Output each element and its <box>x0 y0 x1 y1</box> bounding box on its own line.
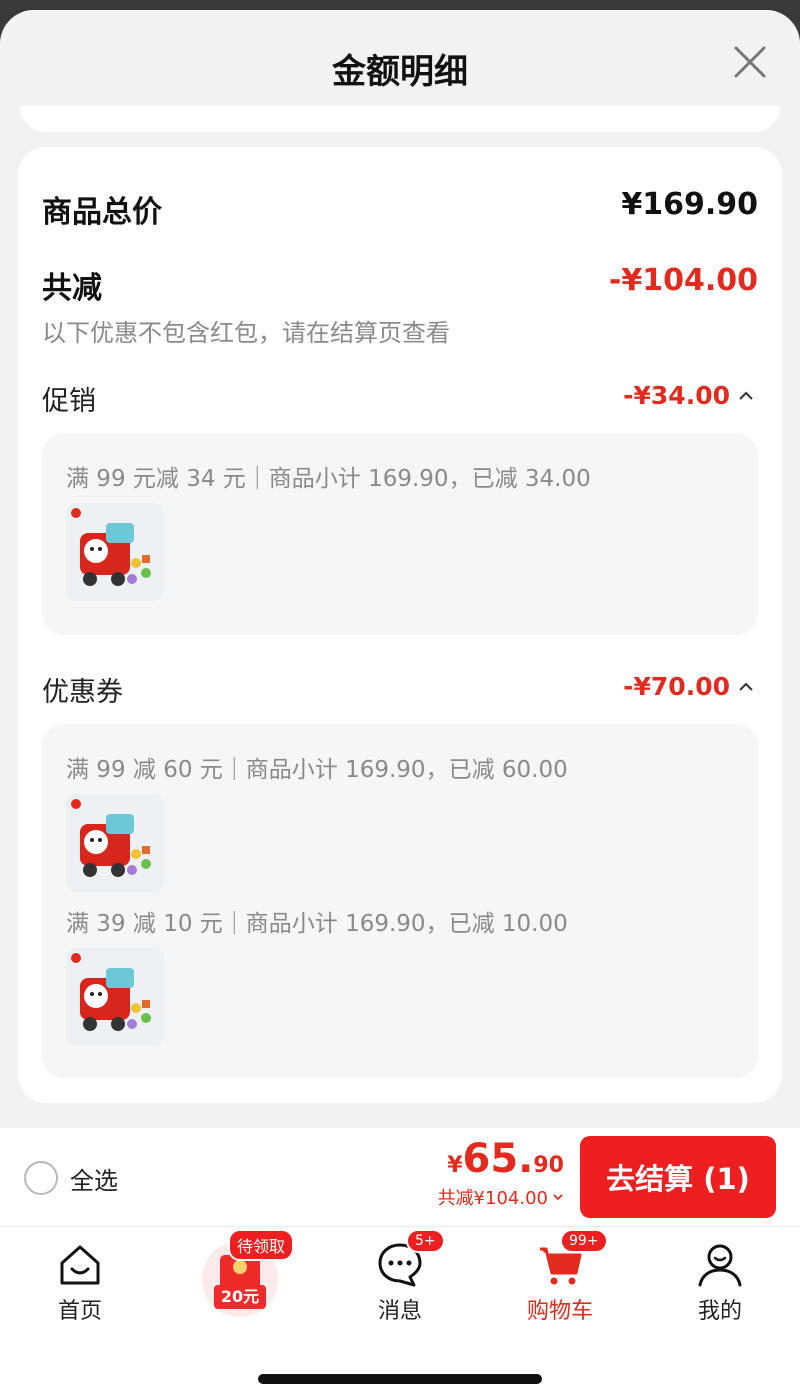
coupon-value: -¥70.00 <box>623 672 730 701</box>
price-detail-card: 商品总价 ¥169.90 共减 -¥104.00 以下优惠不包含红包，请在结算页… <box>18 147 782 1103</box>
toy-train-image <box>66 794 164 892</box>
tab-cart-label: 购物车 <box>526 1299 593 1324</box>
tab-cart[interactable]: 购物车 99+ <box>480 1227 640 1337</box>
discount-note: 以下优惠不包含红包，请在结算页查看 <box>42 319 450 347</box>
cart-badge: 99+ <box>560 1229 608 1253</box>
amount-detail-sheet: 金额明细 商品总价 ¥169.90 共减 -¥104.00 以下优惠不包含红包，… <box>0 10 800 1398</box>
promotion-value: -¥34.00 <box>623 381 730 410</box>
select-all-label[interactable]: 全选 <box>70 1161 118 1196</box>
home-icon <box>60 1245 100 1285</box>
discount-summary: 共减¥104.00 <box>437 1188 548 1209</box>
product-thumbnail[interactable] <box>66 948 164 1046</box>
total-reduce-value: -¥104.00 <box>608 263 758 298</box>
promotion-label: 促销 <box>42 386 96 417</box>
coupon-toggle[interactable]: -¥70.00 <box>623 672 754 701</box>
tab-messages[interactable]: 消息 5+ <box>320 1227 480 1337</box>
payable-amount: ¥65.90 <box>447 1136 564 1182</box>
tab-profile[interactable]: 我的 <box>640 1227 800 1337</box>
tab-profile-label: 我的 <box>697 1299 742 1324</box>
close-icon[interactable] <box>732 44 768 80</box>
total-price-label: 商品总价 <box>42 195 162 230</box>
chevron-up-icon <box>739 391 753 400</box>
packet-amount: 20元 <box>220 1287 260 1306</box>
tab-red-packet[interactable]: 20元 待领取 <box>160 1227 320 1337</box>
home-indicator <box>258 1374 542 1384</box>
coupon-rule-text: 满 39 减 10 元｜商品小计 169.90，已减 10.00 <box>66 911 568 937</box>
select-all-radio[interactable] <box>24 1161 58 1195</box>
message-badge: 5+ <box>406 1229 445 1253</box>
product-thumbnail[interactable] <box>66 794 164 892</box>
checkout-button[interactable]: 去结算 (1) <box>580 1136 776 1218</box>
tab-home[interactable]: 首页 <box>0 1227 160 1337</box>
sheet-title: 金额明细 <box>332 52 468 92</box>
toy-train-image <box>66 948 164 1046</box>
chevron-up-icon <box>739 682 753 691</box>
promotion-detail-box: 满 99 元减 34 元｜商品小计 169.90，已减 34.00 <box>42 433 758 635</box>
amount-integer: 65. <box>462 1136 534 1182</box>
product-thumbnail[interactable] <box>66 503 164 601</box>
tab-bar: 首页 20元 待领取 消息 5+ 购物车 99+ 我的 <box>0 1226 800 1398</box>
profile-icon <box>698 1244 742 1287</box>
coupon-label: 优惠券 <box>42 677 123 708</box>
total-reduce-label: 共减 <box>42 271 102 306</box>
tab-home-label: 首页 <box>57 1299 102 1324</box>
toy-train-image <box>66 503 164 601</box>
coupon-rule-text: 满 99 减 60 元｜商品小计 169.90，已减 60.00 <box>66 757 568 783</box>
coupon-detail-box: 满 99 减 60 元｜商品小计 169.90，已减 60.00 满 39 减 … <box>42 724 758 1078</box>
previous-card-edge <box>20 106 780 132</box>
discount-summary-toggle[interactable]: 共减¥104.00 <box>438 1184 564 1210</box>
chevron-down-icon <box>553 1194 563 1201</box>
total-price-value: ¥169.90 <box>621 187 758 222</box>
sheet-header: 金额明细 <box>0 10 800 120</box>
packet-badge: 待领取 <box>228 1229 295 1261</box>
promotion-rule-text: 满 99 元减 34 元｜商品小计 169.90，已减 34.00 <box>66 466 591 492</box>
currency-symbol: ¥ <box>447 1153 463 1178</box>
checkout-bar: 全选 ¥65.90 共减¥104.00 去结算 (1) <box>0 1128 800 1226</box>
tab-messages-label: 消息 <box>377 1299 422 1324</box>
promotion-toggle[interactable]: -¥34.00 <box>623 381 754 410</box>
amount-decimal: 90 <box>533 1153 564 1178</box>
